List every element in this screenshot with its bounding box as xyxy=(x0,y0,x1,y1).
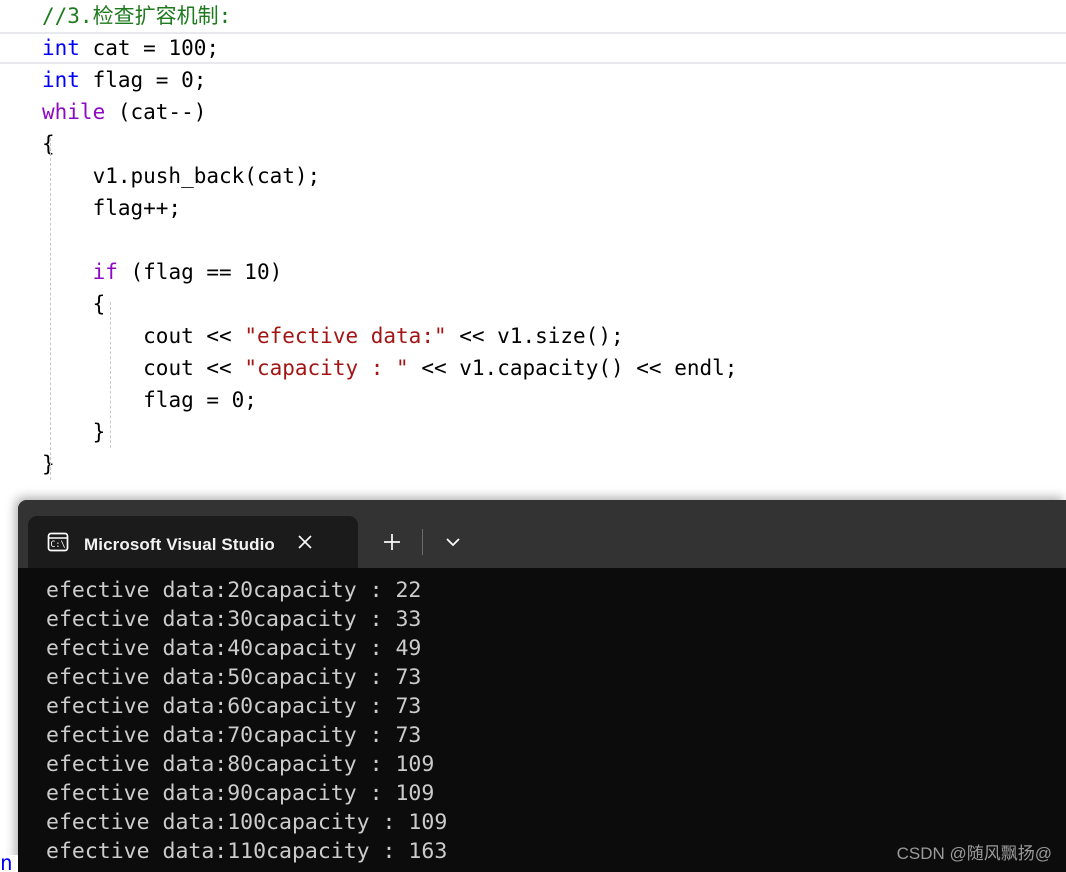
code-line[interactable]: while (cat--) xyxy=(0,96,1066,128)
code-token-plain: } xyxy=(92,420,106,444)
code-token-string: "capacity : " xyxy=(244,356,409,380)
terminal-title-bar[interactable]: C:\ Microsoft Visual Studio 调试控 xyxy=(18,500,1066,568)
terminal-tab-title: Microsoft Visual Studio 调试控 xyxy=(84,534,274,554)
code-token-plain: << v1.size(); xyxy=(446,324,624,348)
code-token-plain: << v1.capacity() << endl; xyxy=(408,356,738,380)
code-token-ctrl: while xyxy=(42,100,106,124)
console-output-line: efective data:60capacity : 73 xyxy=(46,694,422,719)
code-line[interactable] xyxy=(0,224,1066,256)
code-token-comment: //3.检查扩容机制: xyxy=(42,4,232,28)
console-output-line: efective data:20capacity : 22 xyxy=(46,578,422,603)
code-line[interactable]: } xyxy=(0,448,1066,480)
console-output-line: efective data:90capacity : 109 xyxy=(46,781,435,806)
chevron-down-icon[interactable] xyxy=(433,524,473,560)
code-line[interactable]: { xyxy=(0,128,1066,160)
console-output-line: efective data:50capacity : 73 xyxy=(46,665,422,690)
terminal-tabbar-actions[interactable] xyxy=(358,516,473,568)
console-output-line: efective data:40capacity : 49 xyxy=(46,636,422,661)
close-icon[interactable] xyxy=(288,525,322,559)
debug-console-window[interactable]: C:\ Microsoft Visual Studio 调试控 xyxy=(18,500,1066,872)
console-cmd-icon: C:\ xyxy=(46,530,70,554)
code-token-plain: cout << xyxy=(143,324,245,348)
code-line[interactable]: cout << "efective data:" << v1.size(); xyxy=(0,320,1066,352)
console-output-line: efective data:30capacity : 33 xyxy=(46,607,422,632)
indent-guide-level-2 xyxy=(110,302,111,448)
code-token-keyword: int xyxy=(42,68,80,92)
code-token-plain: { xyxy=(92,292,106,316)
code-token-plain: flag = 0; xyxy=(79,68,207,92)
code-token-plain: (cat--) xyxy=(105,100,207,124)
code-token-keyword: int xyxy=(42,36,80,60)
code-line[interactable]: } xyxy=(0,416,1066,448)
code-token-plain: } xyxy=(42,452,55,476)
toolbar-separator xyxy=(422,529,423,555)
console-output-area[interactable]: efective data:20capacity : 22 efective da… xyxy=(18,568,1066,872)
watermark-text: CSDN @随风飘扬@ xyxy=(896,844,1052,863)
indent-guide-level-1 xyxy=(50,138,51,480)
code-token-ctrl: if xyxy=(92,260,118,284)
new-tab-icon[interactable] xyxy=(372,524,412,560)
terminal-tab-active[interactable]: C:\ Microsoft Visual Studio 调试控 xyxy=(28,516,358,568)
code-token-plain: cat = 100; xyxy=(79,36,220,60)
code-line[interactable]: { xyxy=(0,288,1066,320)
code-token-plain: flag++; xyxy=(92,196,182,220)
svg-text:C:\: C:\ xyxy=(50,540,65,550)
console-output-lines: efective data:20capacity : 22 efective da… xyxy=(46,576,1066,866)
code-bleed-fragment: n xyxy=(0,855,18,872)
console-output-line: efective data:70capacity : 73 xyxy=(46,723,422,748)
code-line[interactable]: //3.检查扩容机制: xyxy=(0,0,1066,32)
code-token-plain: v1.push_back(cat); xyxy=(92,164,321,188)
code-token-plain: (flag == 10) xyxy=(117,260,283,284)
code-token-plain: flag = 0; xyxy=(143,388,257,412)
code-line[interactable]: if (flag == 10) xyxy=(0,256,1066,288)
console-output-line: efective data:100capacity : 109 xyxy=(46,810,448,835)
code-token-string: "efective data:" xyxy=(244,324,447,348)
code-line[interactable]: v1.push_back(cat); xyxy=(0,160,1066,192)
code-line[interactable]: flag++; xyxy=(0,192,1066,224)
code-token-plain: { xyxy=(42,132,55,156)
code-lines-container[interactable]: //3.检查扩容机制: int cat = 100; int flag = 0; wh… xyxy=(0,0,1066,480)
code-line[interactable]: flag = 0; xyxy=(0,384,1066,416)
code-line[interactable]: cout << "capacity : " << v1.capacity() <… xyxy=(0,352,1066,384)
code-line[interactable]: int cat = 100; xyxy=(0,32,1066,64)
code-line[interactable]: int flag = 0; xyxy=(0,64,1066,96)
code-token-plain: cout << xyxy=(143,356,245,380)
console-output-line: efective data:80capacity : 109 xyxy=(46,752,435,777)
